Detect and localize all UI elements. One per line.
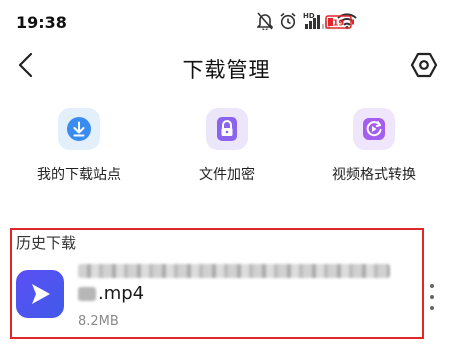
- shortcut-row: 我的下载站点 文件加密 视频格式转换: [0, 108, 453, 188]
- battery-level: 19: [333, 19, 345, 28]
- nav-bar: 下载管理: [0, 40, 453, 96]
- shortcut-video-convert[interactable]: 视频格式转换: [304, 108, 444, 184]
- file-size: 8.2MB: [78, 314, 119, 329]
- video-play-icon: [16, 270, 64, 318]
- dot: [430, 294, 434, 299]
- dot: [430, 283, 434, 288]
- more-options-button[interactable]: [425, 280, 439, 314]
- shortcut-label: 文件加密: [199, 167, 255, 183]
- download-list-item[interactable]: .mp4 8.2MB: [10, 256, 453, 340]
- dot: [430, 306, 434, 311]
- blurred-file-name: [78, 264, 390, 278]
- file-name-suffix: .mp4: [98, 283, 145, 304]
- status-bar: 19:38 HD 19: [0, 0, 453, 40]
- shortcut-label: 我的下载站点: [37, 167, 121, 183]
- battery-icon: 19: [325, 14, 355, 33]
- mute-bell-icon: [257, 12, 273, 30]
- download-circle-icon: [58, 108, 100, 150]
- gear-hexagon-icon: [410, 51, 438, 83]
- shortcut-label: 视频格式转换: [332, 167, 416, 183]
- status-time: 19:38: [16, 13, 67, 32]
- blurred-file-name-part: [78, 287, 96, 301]
- settings-button[interactable]: [409, 52, 439, 82]
- video-convert-icon: [353, 108, 395, 150]
- lock-icon: [206, 108, 248, 150]
- section-title-history: 历史下载: [16, 234, 77, 252]
- page-title: 下载管理: [182, 58, 271, 82]
- shortcut-file-encryption[interactable]: 文件加密: [157, 108, 297, 184]
- shortcut-download-sites[interactable]: 我的下载站点: [9, 108, 149, 184]
- alarm-icon: [279, 12, 297, 30]
